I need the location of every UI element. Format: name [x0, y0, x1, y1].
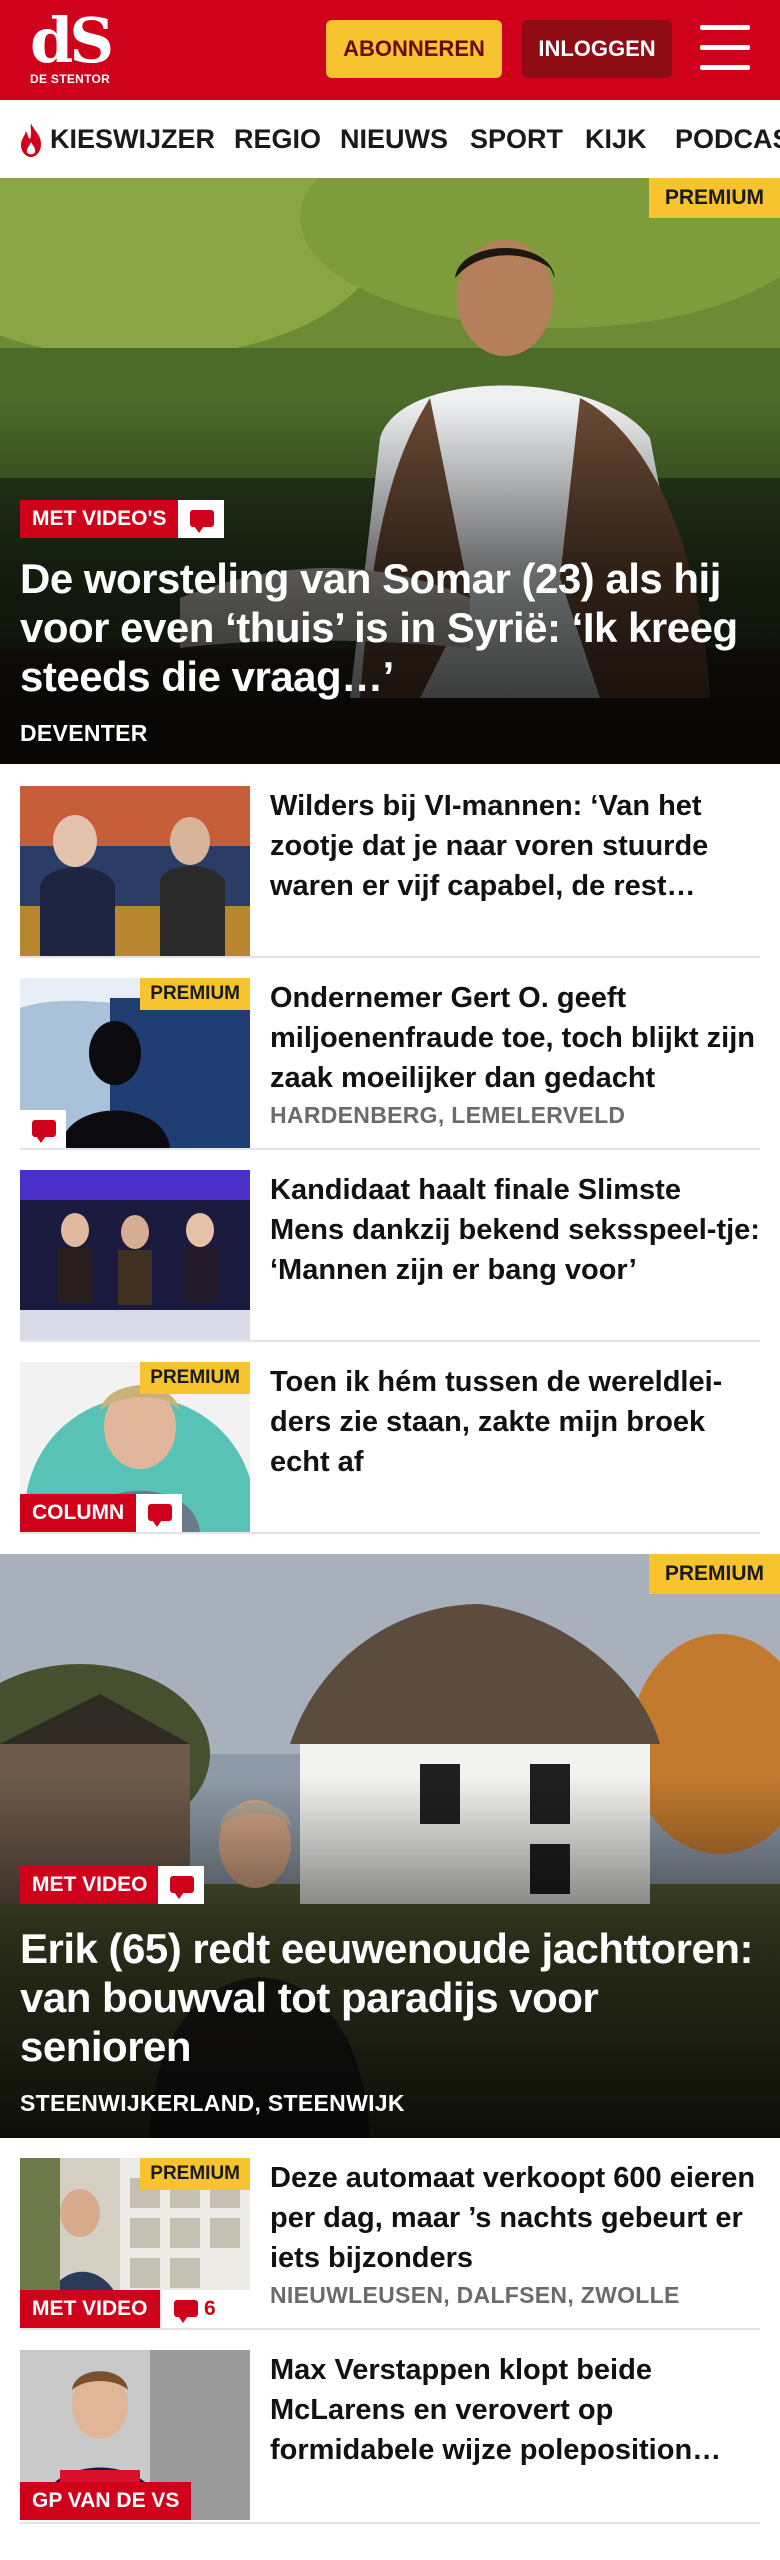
article-title[interactable]: Toen ik hém tussen de wereldlei-ders zie… [270, 1362, 760, 1482]
divider [20, 2328, 760, 2330]
article-card[interactable]: Kandidaat haalt finale Slimste Mens dank… [20, 1170, 760, 1342]
article-title[interactable]: Max Verstappen klopt beide McLarens en v… [270, 2350, 760, 2470]
hero-location: DEVENTER [20, 720, 148, 746]
nav-item-nieuws[interactable]: NIEUWS [340, 100, 448, 178]
article-title[interactable]: Kandidaat haalt finale Slimste Mens dank… [270, 1170, 760, 1290]
comment-icon[interactable] [20, 1110, 66, 1148]
article-card[interactable]: GP VAN DE VS Max Verstappen klopt beide … [20, 2350, 760, 2524]
hero-title[interactable]: De worsteling van Somar (23) als hij voo… [20, 554, 760, 701]
article-location: HARDENBERG, LEMELERVELD [270, 1102, 626, 1128]
article-title[interactable]: Wilders bij VI-mannen: ‘Van het zootje d… [270, 786, 760, 906]
article-thumbnail [20, 1170, 250, 1340]
sport-tag: GP VAN DE VS [20, 2482, 192, 2520]
hamburger-menu-icon[interactable] [700, 25, 750, 71]
premium-badge: PREMIUM [140, 2158, 250, 2190]
article-thumbnail: PREMIUM MET VIDEO 6 [20, 2158, 250, 2328]
comment-icon[interactable] [136, 1494, 182, 1532]
flame-icon [21, 123, 41, 157]
comment-icon[interactable] [178, 500, 224, 538]
article-card[interactable]: Wilders bij VI-mannen: ‘Van het zootje d… [20, 786, 760, 958]
premium-badge: PREMIUM [140, 978, 250, 1010]
article-card[interactable]: PREMIUM MET VIDEO 6 Deze automaat verkoo… [20, 2158, 760, 2330]
nav-item-regio[interactable]: REGIO [234, 100, 321, 178]
divider [20, 1532, 760, 1534]
video-tag: MET VIDEO [20, 1866, 160, 1904]
main-navigation: KIESWIJZER REGIO NIEUWS SPORT KIJK PODCA… [0, 100, 780, 179]
article-thumbnail: PREMIUM COLUMN [20, 1362, 250, 1532]
article-thumbnail: PREMIUM [20, 978, 250, 1148]
premium-badge: PREMIUM [140, 1362, 250, 1394]
site-logo[interactable]: dS DE STENTOR [26, 10, 116, 90]
subscribe-button[interactable]: ABONNEREN [326, 20, 502, 78]
article-thumbnail: GP VAN DE VS [20, 2350, 250, 2520]
divider [20, 1148, 760, 1150]
site-header: dS DE STENTOR ABONNEREN INLOGGEN [0, 0, 780, 100]
video-tag: MET VIDEO'S [20, 500, 179, 538]
logo-subtitle: DE STENTOR [30, 72, 111, 86]
divider [20, 2522, 760, 2524]
video-tag: MET VIDEO [20, 2290, 160, 2328]
divider [20, 1340, 760, 1342]
logo-mark: dS [30, 4, 114, 77]
nav-item-podcasts[interactable]: PODCAS [675, 100, 780, 178]
comment-count: 6 [204, 2297, 216, 2320]
article-location: NIEUWLEUSEN, DALFSEN, ZWOLLE [270, 2282, 680, 2308]
nav-item-kijk[interactable]: KIJK [585, 100, 647, 178]
article-card[interactable]: PREMIUM Ondernemer Gert O. geeft miljoen… [20, 978, 760, 1150]
comment-icon[interactable] [158, 1866, 204, 1904]
hero-article[interactable]: PREMIUM MET VIDEO'S De worsteling van So… [0, 178, 780, 764]
login-button[interactable]: INLOGGEN [522, 20, 672, 78]
article-title[interactable]: Ondernemer Gert O. geeft miljoenenfraude… [270, 978, 760, 1098]
article-thumbnail [20, 786, 250, 956]
hero-title[interactable]: Erik (65) redt eeuwenoude jachttoren: va… [20, 1924, 760, 2071]
divider [20, 956, 760, 958]
article-card[interactable]: PREMIUM COLUMN Toen ik hém tussen de wer… [20, 1362, 760, 1534]
premium-badge: PREMIUM [648, 1554, 780, 1594]
hero-location: STEENWIJKERLAND, STEENWIJK [20, 2090, 405, 2116]
premium-badge: PREMIUM [648, 178, 780, 218]
nav-item-sport[interactable]: SPORT [470, 100, 563, 178]
hero-article[interactable]: PREMIUM MET VIDEO Erik (65) redt eeuweno… [0, 1554, 780, 2138]
comment-count-badge[interactable]: 6 [162, 2290, 250, 2328]
comment-icon [174, 2300, 198, 2323]
column-tag: COLUMN [20, 1494, 137, 1532]
article-title[interactable]: Deze automaat verkoopt 600 eieren per da… [270, 2158, 760, 2278]
nav-item-kieswijzer[interactable]: KIESWIJZER [50, 100, 215, 178]
